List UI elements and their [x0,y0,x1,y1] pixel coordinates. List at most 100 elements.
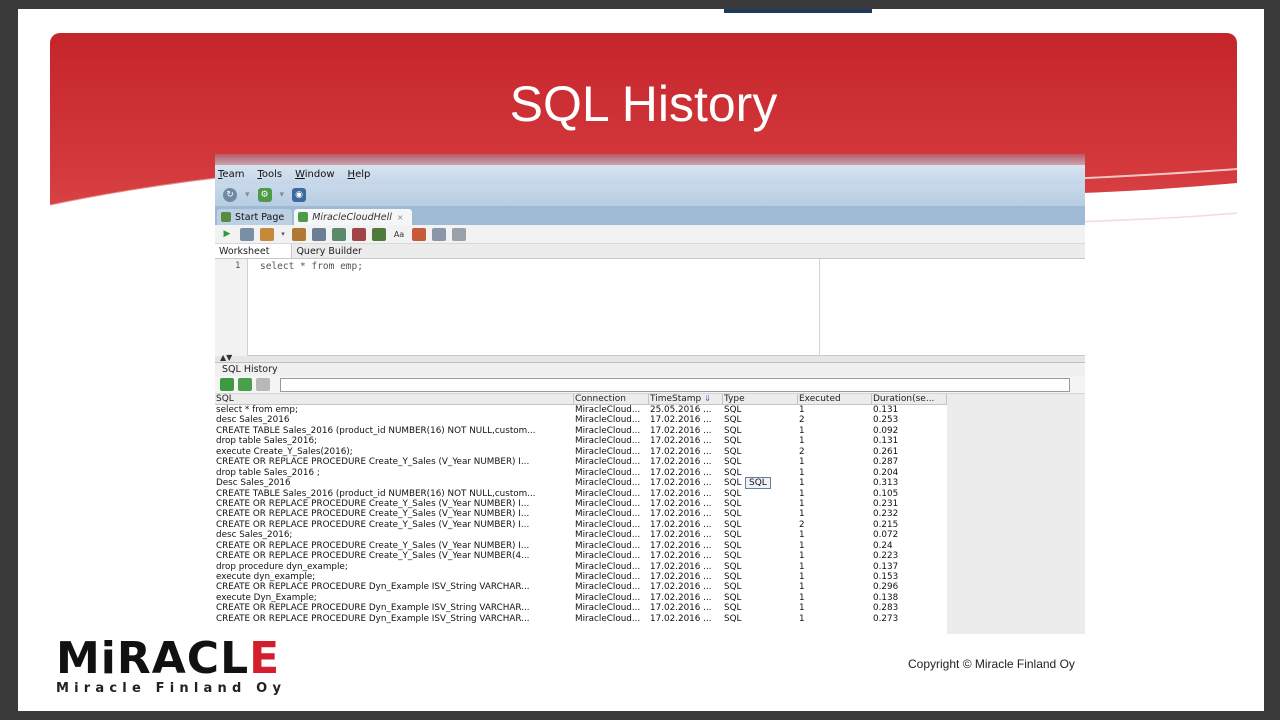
tab-start-page[interactable]: Start Page [217,209,293,225]
line-gutter: 1 [215,259,248,356]
column-header-sql[interactable]: SQL [215,394,574,404]
line-number: 1 [235,261,241,271]
column-header-type[interactable]: Type [723,394,798,404]
back-icon[interactable]: ↻ [223,188,237,202]
connection-cell: MiracleCloud... [575,478,641,489]
sql-developer-window: Team Tools Window Help ↻ ▾ ⚙ ▾ ◉ Start P… [215,154,1085,637]
tab-connection-label: MiracleCloudHell [312,211,392,223]
format-case-icon[interactable]: Aa [392,228,406,241]
executed-cell: 1 [799,436,805,447]
timestamp-cell: 17.02.2016 ... [650,561,712,572]
commit-icon[interactable] [260,227,274,241]
sql-cell: desc Sales_2016 [216,415,290,426]
tools-icon[interactable] [452,227,466,241]
executed-cell: 2 [799,446,805,457]
timestamp-cell: 17.02.2016 ... [650,530,712,541]
timestamp-cell: 17.02.2016 ... [650,540,712,551]
connection-cell: MiracleCloud... [575,540,641,551]
splitter-arrows-icon[interactable]: ▲▼ [220,353,232,362]
presentation-slide: SQL History Team Tools Window Help ↻ ▾ ⚙… [18,9,1264,711]
sql-connection-icon[interactable]: ⚙ [257,188,272,202]
menu-help[interactable]: Help [348,169,371,180]
sql-cell: execute Dyn_Example; [216,592,317,603]
logo-wordmark: MiRACLE [56,633,281,684]
duration-cell: 0.313 [873,478,899,489]
timestamp-cell: 17.02.2016 ... [650,446,712,457]
autotrace-icon[interactable] [332,227,346,241]
sql-cell: CREATE OR REPLACE PROCEDURE Dyn_Example … [216,613,530,624]
duration-cell: 0.153 [873,572,899,582]
clear-icon[interactable] [352,227,366,241]
duration-cell: 0.261 [873,446,899,457]
sql-history-toolbar [215,376,1085,394]
slide-title: SQL History [509,76,778,132]
clear-history-icon[interactable] [256,378,270,391]
start-page-icon [221,212,231,222]
column-header-executed[interactable]: Executed [798,394,872,404]
sql-cell: drop procedure dyn_example; [216,561,348,572]
dropdown-arrow-icon[interactable]: ▾ [280,228,286,241]
connection-cell: MiracleCloud... [575,530,641,541]
run-script-icon[interactable] [240,227,254,241]
executed-cell: 1 [799,478,805,489]
append-to-editor-icon[interactable] [220,378,234,391]
connection-cell: MiracleCloud... [575,603,641,614]
executed-cell: 1 [799,592,805,603]
connection-cell: MiracleCloud... [575,613,641,624]
duration-cell: 0.296 [873,582,899,593]
editor-code[interactable]: select * from emp; [260,261,363,272]
sql-cell: CREATE OR REPLACE PROCEDURE Create_Y_Sal… [216,540,530,551]
executed-cell: 1 [799,551,805,562]
duration-cell: 0.24 [873,540,893,551]
menu-team[interactable]: Team [218,169,244,180]
timestamp-cell: 17.02.2016 ... [650,509,712,520]
menu-window[interactable]: Window [295,169,334,180]
editor-margin-line [819,259,820,356]
type-cell: SQL [724,405,742,415]
document-tabs: Start Page MiracleCloudHell × [215,206,1085,225]
binoculars-icon[interactable]: ◉ [292,188,307,202]
type-cell: SQL [724,572,742,582]
duration-cell: 0.131 [873,436,899,447]
unshared-worksheet-icon[interactable] [432,227,446,241]
sql-cell: CREATE OR REPLACE PROCEDURE Create_Y_Sal… [216,457,530,468]
tab-worksheet[interactable]: Worksheet [215,244,293,258]
duration-cell: 0.137 [873,561,899,572]
column-header-connection[interactable]: Connection [574,394,649,404]
explain-plan-icon[interactable] [312,227,326,241]
connection-cell: MiracleCloud... [575,457,641,468]
type-cell: SQL [724,415,742,426]
logo-subtitle: Miracle Finland Oy [56,681,287,696]
duration-cell: 0.287 [873,457,899,468]
column-header-timestamp[interactable]: TimeStamp ⇓ [649,394,723,404]
sql-editor[interactable]: 1 select * from emp; [215,259,1085,356]
dropdown-arrow-icon[interactable]: ▾ [280,190,285,200]
worksheet-subtabs: Worksheet Query Builder [215,244,1085,259]
timestamp-cell: 17.02.2016 ... [650,498,712,509]
sql-cell: execute Create_Y_Sales(2016); [216,446,353,457]
connection-cell: MiracleCloud... [575,436,641,447]
sql-cell: CREATE OR REPLACE PROCEDURE Dyn_Example … [216,603,530,614]
type-cell: SQL [724,498,742,509]
run-statement-icon[interactable]: ▶ [220,228,234,241]
dropdown-arrow-icon[interactable]: ▾ [245,190,250,200]
sql-history-icon[interactable] [372,227,386,241]
panel-splitter[interactable]: ▲▼ [215,353,1085,363]
type-cell: SQL [724,488,742,499]
column-header-duration[interactable]: Duration(se... [872,394,947,404]
type-cell: SQL [724,603,742,614]
rollback-icon[interactable] [292,227,306,241]
eraser-icon[interactable] [412,227,426,241]
connection-cell: MiracleCloud... [575,509,641,520]
menu-tools[interactable]: Tools [257,169,282,180]
duration-cell: 0.283 [873,603,899,614]
close-tab-icon[interactable]: × [397,213,404,222]
history-filter-input[interactable] [280,377,1070,392]
duration-cell: 0.072 [873,530,899,541]
tab-connection[interactable]: MiracleCloudHell × [294,209,412,225]
sql-history-grid: SQL Connection TimeStamp ⇓ Type Executed… [215,394,1085,634]
tab-query-builder[interactable]: Query Builder [292,244,384,258]
replace-editor-icon[interactable] [238,378,252,391]
executed-cell: 1 [799,509,805,520]
timestamp-cell: 17.02.2016 ... [650,613,712,624]
